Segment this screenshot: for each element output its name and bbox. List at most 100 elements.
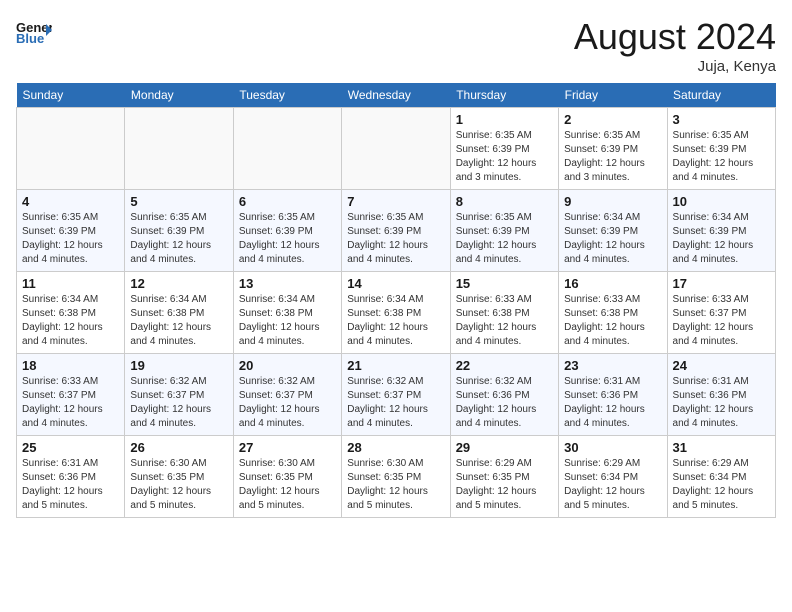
day-info: Sunrise: 6:35 AM Sunset: 6:39 PM Dayligh… <box>22 211 119 267</box>
day-number: 4 <box>22 194 119 209</box>
day-info: Sunrise: 6:35 AM Sunset: 6:39 PM Dayligh… <box>456 129 553 185</box>
calendar-cell <box>17 108 125 190</box>
day-number: 5 <box>130 194 227 209</box>
calendar-cell: 26Sunrise: 6:30 AM Sunset: 6:35 PM Dayli… <box>125 436 233 518</box>
calendar-cell: 21 Sunrise: 6:32 AM Sunset: 6:37 PM Dayli… <box>342 354 450 436</box>
day-info: Sunrise: 6:30 AM Sunset: 6:35 PM Dayligh… <box>239 457 336 513</box>
svg-text:Blue: Blue <box>16 31 44 44</box>
day-info: Sunrise: 6:32 AM Sunset: 6:37 PM Dayligh… <box>347 375 444 431</box>
day-info: Sunrise: 6:35 AM Sunset: 6:39 PM Dayligh… <box>347 211 444 267</box>
day-info: Sunrise: 6:30 AM Sunset: 6:35 PM Dayligh… <box>347 457 444 513</box>
calendar-cell: 7 Sunrise: 6:35 AM Sunset: 6:39 PM Daylig… <box>342 190 450 272</box>
calendar-cell: 11 Sunrise: 6:34 AM Sunset: 6:38 PM Dayli… <box>17 272 125 354</box>
calendar-cell: 5 Sunrise: 6:35 AM Sunset: 6:39 PM Daylig… <box>125 190 233 272</box>
calendar-table: SundayMondayTuesdayWednesdayThursdayFrid… <box>16 83 776 518</box>
day-info: Sunrise: 6:35 AM Sunset: 6:39 PM Dayligh… <box>456 211 553 267</box>
day-info: Sunrise: 6:30 AM Sunset: 6:35 PM Dayligh… <box>130 457 227 513</box>
day-number: 1 <box>456 112 553 127</box>
logo: General Blue <box>16 16 52 44</box>
day-number: 31 <box>673 440 770 455</box>
col-header-thursday: Thursday <box>450 83 558 108</box>
calendar-cell: 4 Sunrise: 6:35 AM Sunset: 6:39 PM Daylig… <box>17 190 125 272</box>
day-number: 9 <box>564 194 661 209</box>
day-info: Sunrise: 6:33 AM Sunset: 6:37 PM Dayligh… <box>22 375 119 431</box>
day-info: Sunrise: 6:35 AM Sunset: 6:39 PM Dayligh… <box>239 211 336 267</box>
day-number: 15 <box>456 276 553 291</box>
calendar-cell: 31 Sunrise: 6:29 AM Sunset: 6:34 PM Dayli… <box>667 436 775 518</box>
calendar-cell <box>125 108 233 190</box>
calendar-cell: 10Sunrise: 6:34 AM Sunset: 6:39 PM Dayli… <box>667 190 775 272</box>
calendar-cell: 6 Sunrise: 6:35 AM Sunset: 6:39 PM Daylig… <box>233 190 341 272</box>
day-number: 28 <box>347 440 444 455</box>
day-info: Sunrise: 6:33 AM Sunset: 6:37 PM Dayligh… <box>673 293 770 349</box>
calendar-cell <box>233 108 341 190</box>
day-number: 16 <box>564 276 661 291</box>
calendar-cell: 30 Sunrise: 6:29 AM Sunset: 6:34 PM Dayli… <box>559 436 667 518</box>
day-info: Sunrise: 6:32 AM Sunset: 6:37 PM Dayligh… <box>239 375 336 431</box>
day-number: 18 <box>22 358 119 373</box>
calendar-cell: 23 Sunrise: 6:31 AM Sunset: 6:36 PM Dayli… <box>559 354 667 436</box>
calendar-cell: 25 Sunrise: 6:31 AM Sunset: 6:36 PM Dayli… <box>17 436 125 518</box>
day-number: 30 <box>564 440 661 455</box>
col-header-wednesday: Wednesday <box>342 83 450 108</box>
day-info: Sunrise: 6:35 AM Sunset: 6:39 PM Dayligh… <box>130 211 227 267</box>
logo-icon: General Blue <box>16 16 52 44</box>
day-info: Sunrise: 6:34 AM Sunset: 6:38 PM Dayligh… <box>130 293 227 349</box>
calendar-cell: 14 Sunrise: 6:34 AM Sunset: 6:38 PM Dayli… <box>342 272 450 354</box>
day-number: 19 <box>130 358 227 373</box>
page-header: General Blue August 2024 Juja, Kenya <box>16 16 776 75</box>
day-number: 25 <box>22 440 119 455</box>
calendar-cell: 24Sunrise: 6:31 AM Sunset: 6:36 PM Dayli… <box>667 354 775 436</box>
calendar-cell: 19 Sunrise: 6:32 AM Sunset: 6:37 PM Dayli… <box>125 354 233 436</box>
day-number: 29 <box>456 440 553 455</box>
calendar-cell: 18 Sunrise: 6:33 AM Sunset: 6:37 PM Dayli… <box>17 354 125 436</box>
day-info: Sunrise: 6:31 AM Sunset: 6:36 PM Dayligh… <box>673 375 770 431</box>
calendar-cell: 27 Sunrise: 6:30 AM Sunset: 6:35 PM Dayli… <box>233 436 341 518</box>
calendar-cell: 13 Sunrise: 6:34 AM Sunset: 6:38 PM Dayli… <box>233 272 341 354</box>
day-number: 11 <box>22 276 119 291</box>
calendar-cell: 20 Sunrise: 6:32 AM Sunset: 6:37 PM Dayli… <box>233 354 341 436</box>
calendar-cell <box>342 108 450 190</box>
day-number: 7 <box>347 194 444 209</box>
calendar-cell: 29 Sunrise: 6:29 AM Sunset: 6:35 PM Dayli… <box>450 436 558 518</box>
day-number: 2 <box>564 112 661 127</box>
calendar-cell: 3Sunrise: 6:35 AM Sunset: 6:39 PM Daylig… <box>667 108 775 190</box>
col-header-saturday: Saturday <box>667 83 775 108</box>
day-info: Sunrise: 6:31 AM Sunset: 6:36 PM Dayligh… <box>22 457 119 513</box>
title-block: August 2024 Juja, Kenya <box>574 16 776 75</box>
day-number: 8 <box>456 194 553 209</box>
day-number: 14 <box>347 276 444 291</box>
day-number: 20 <box>239 358 336 373</box>
day-info: Sunrise: 6:29 AM Sunset: 6:34 PM Dayligh… <box>564 457 661 513</box>
day-info: Sunrise: 6:34 AM Sunset: 6:39 PM Dayligh… <box>564 211 661 267</box>
col-header-monday: Monday <box>125 83 233 108</box>
calendar-cell: 12 Sunrise: 6:34 AM Sunset: 6:38 PM Dayli… <box>125 272 233 354</box>
day-info: Sunrise: 6:35 AM Sunset: 6:39 PM Dayligh… <box>673 129 770 185</box>
day-info: Sunrise: 6:29 AM Sunset: 6:34 PM Dayligh… <box>673 457 770 513</box>
calendar-cell: 16 Sunrise: 6:33 AM Sunset: 6:38 PM Dayli… <box>559 272 667 354</box>
day-info: Sunrise: 6:34 AM Sunset: 6:38 PM Dayligh… <box>22 293 119 349</box>
calendar-cell: 28 Sunrise: 6:30 AM Sunset: 6:35 PM Dayli… <box>342 436 450 518</box>
day-info: Sunrise: 6:33 AM Sunset: 6:38 PM Dayligh… <box>564 293 661 349</box>
day-number: 27 <box>239 440 336 455</box>
day-info: Sunrise: 6:29 AM Sunset: 6:35 PM Dayligh… <box>456 457 553 513</box>
day-info: Sunrise: 6:32 AM Sunset: 6:36 PM Dayligh… <box>456 375 553 431</box>
day-info: Sunrise: 6:35 AM Sunset: 6:39 PM Dayligh… <box>564 129 661 185</box>
day-info: Sunrise: 6:34 AM Sunset: 6:38 PM Dayligh… <box>239 293 336 349</box>
day-number: 17 <box>673 276 770 291</box>
day-info: Sunrise: 6:31 AM Sunset: 6:36 PM Dayligh… <box>564 375 661 431</box>
day-info: Sunrise: 6:34 AM Sunset: 6:38 PM Dayligh… <box>347 293 444 349</box>
calendar-cell: 22Sunrise: 6:32 AM Sunset: 6:36 PM Dayli… <box>450 354 558 436</box>
calendar-cell: 17 Sunrise: 6:33 AM Sunset: 6:37 PM Dayli… <box>667 272 775 354</box>
day-number: 13 <box>239 276 336 291</box>
day-number: 10 <box>673 194 770 209</box>
col-header-friday: Friday <box>559 83 667 108</box>
day-number: 6 <box>239 194 336 209</box>
day-number: 21 <box>347 358 444 373</box>
calendar-cell: 1 Sunrise: 6:35 AM Sunset: 6:39 PM Daylig… <box>450 108 558 190</box>
calendar-cell: 9 Sunrise: 6:34 AM Sunset: 6:39 PM Daylig… <box>559 190 667 272</box>
day-info: Sunrise: 6:32 AM Sunset: 6:37 PM Dayligh… <box>130 375 227 431</box>
day-number: 12 <box>130 276 227 291</box>
month-year: August 2024 <box>574 16 776 58</box>
day-number: 23 <box>564 358 661 373</box>
